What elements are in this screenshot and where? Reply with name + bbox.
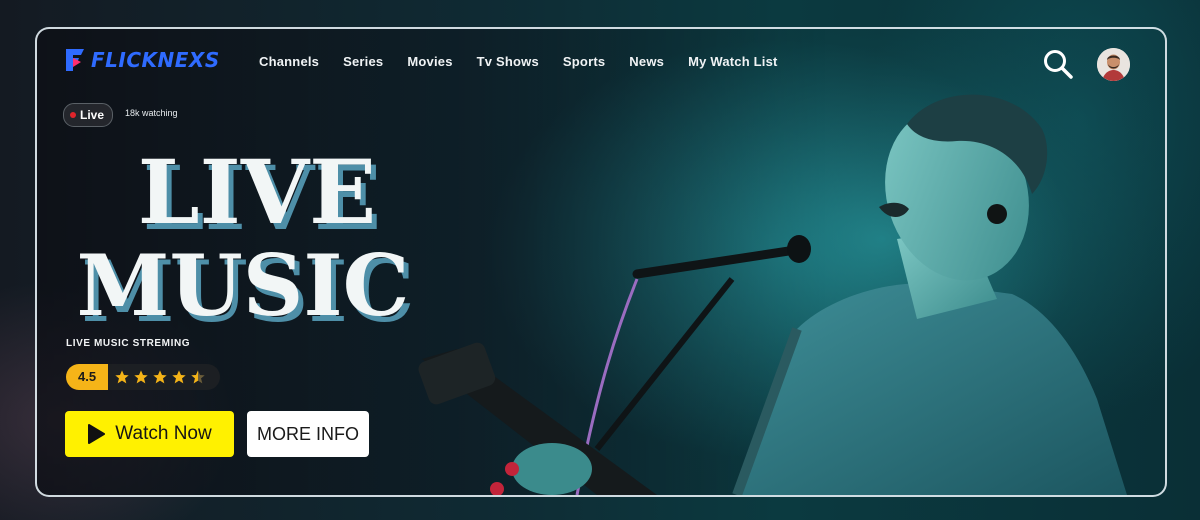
brand-logo[interactable]: FLICKNEXS <box>63 47 220 73</box>
hero-subtitle: LIVE MUSIC STREMING <box>66 338 191 349</box>
live-badge: Live <box>63 103 114 127</box>
nav-item-sports[interactable]: Sports <box>563 54 605 69</box>
star-icon <box>134 370 148 384</box>
star-icon <box>172 370 186 384</box>
live-label: Live <box>80 108 105 122</box>
live-dot-icon <box>70 112 76 118</box>
watch-now-button[interactable]: Watch Now <box>65 411 234 457</box>
hero-panel: FLICKNEXS Channels Series Movies Tv Show… <box>35 27 1167 497</box>
title-line2: MUSIC <box>76 236 409 327</box>
rating-bar: 4.5 <box>66 364 221 390</box>
nav-item-my-watch-list[interactable]: My Watch List <box>688 54 778 69</box>
star-icon <box>153 370 167 384</box>
star-icon <box>115 370 129 384</box>
hero-title: LIVE LIVE MUSIC MUSIC <box>76 140 414 327</box>
play-icon <box>88 424 106 444</box>
rating-value: 4.5 <box>66 364 109 390</box>
logo-icon <box>66 49 84 71</box>
search-icon[interactable] <box>1041 47 1075 81</box>
watch-now-label: Watch Now <box>115 423 212 444</box>
brand-name: FLICKNEXS <box>91 48 220 72</box>
star-rating <box>114 369 206 385</box>
nav-item-series[interactable]: Series <box>343 54 383 69</box>
nav-item-news[interactable]: News <box>629 54 664 69</box>
title-line1: LIVE <box>138 140 376 244</box>
nav-item-movies[interactable]: Movies <box>407 54 452 69</box>
avatar-icon <box>1097 48 1130 81</box>
main-nav: Channels Series Movies Tv Shows Sports N… <box>259 54 778 69</box>
half-star-icon <box>191 370 205 384</box>
user-avatar[interactable] <box>1097 48 1130 81</box>
nav-item-tv-shows[interactable]: Tv Shows <box>477 54 539 69</box>
more-info-button[interactable]: MORE INFO <box>247 411 369 457</box>
nav-item-channels[interactable]: Channels <box>259 54 319 69</box>
watching-count: 18k watching <box>125 108 178 118</box>
